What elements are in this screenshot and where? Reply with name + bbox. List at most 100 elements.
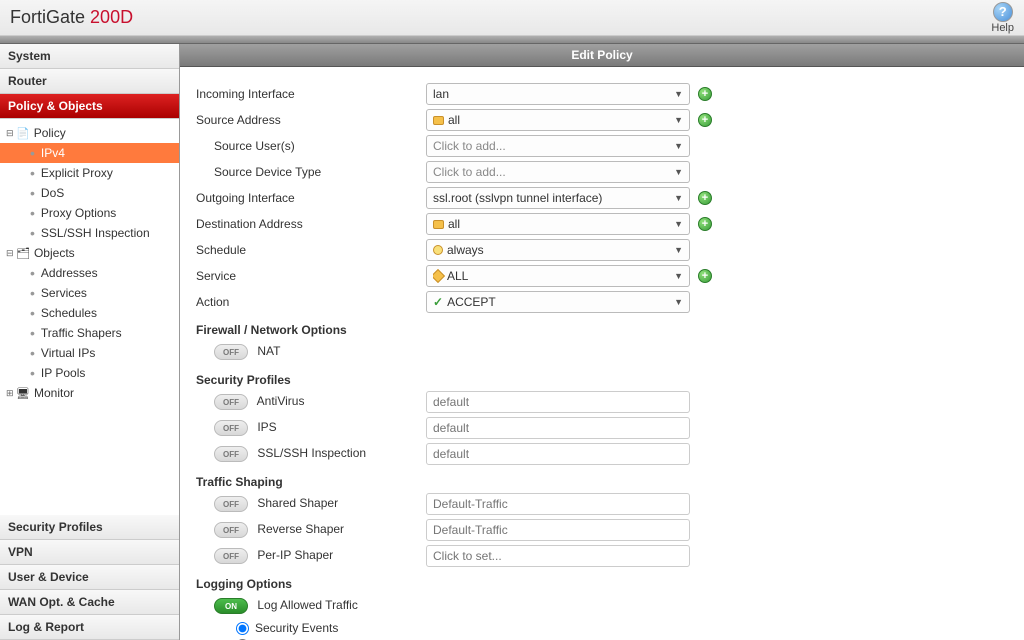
row-nat: OFF NAT bbox=[196, 344, 426, 361]
radio-security-events[interactable]: Security Events bbox=[196, 621, 1008, 635]
sslssh-toggle[interactable]: OFF bbox=[214, 446, 248, 462]
perip-shaper-toggle[interactable]: OFF bbox=[214, 548, 248, 564]
sidebar-item-router[interactable]: Router bbox=[0, 69, 179, 94]
monitor-icon: 🖥 bbox=[16, 387, 30, 400]
label-outgoing-interface: Outgoing Interface bbox=[196, 191, 426, 205]
label-schedule: Schedule bbox=[196, 243, 426, 257]
chevron-down-icon: ▼ bbox=[674, 167, 683, 177]
sslssh-input[interactable] bbox=[426, 443, 690, 465]
tree-node-policy[interactable]: ⊟ 📄 Policy bbox=[0, 123, 179, 143]
heading-firewall: Firewall / Network Options bbox=[196, 323, 1008, 337]
label-source-address: Source Address bbox=[196, 113, 426, 127]
sidebar-item-security-profiles[interactable]: Security Profiles bbox=[0, 515, 179, 540]
perip-shaper-input[interactable] bbox=[426, 545, 690, 567]
incoming-interface-select[interactable]: lan ▼ bbox=[426, 83, 690, 105]
check-icon: ✓ bbox=[433, 295, 443, 309]
sidebar-item-wan-opt[interactable]: WAN Opt. & Cache bbox=[0, 590, 179, 615]
chevron-down-icon: ▼ bbox=[674, 193, 683, 203]
antivirus-input[interactable] bbox=[426, 391, 690, 413]
label-action: Action bbox=[196, 295, 426, 309]
objects-icon: 🗂 bbox=[16, 247, 30, 260]
label-incoming-interface: Incoming Interface bbox=[196, 87, 426, 101]
policy-form: Incoming Interface lan ▼ + Source Addres… bbox=[180, 67, 1024, 640]
chevron-down-icon: ▼ bbox=[674, 297, 683, 307]
tree-node-traffic-shapers[interactable]: •Traffic Shapers bbox=[0, 323, 179, 343]
source-address-select[interactable]: all ▼ bbox=[426, 109, 690, 131]
heading-traffic-shaping: Traffic Shaping bbox=[196, 475, 1008, 489]
source-users-select[interactable]: Click to add... ▼ bbox=[426, 135, 690, 157]
source-device-type-select[interactable]: Click to add... ▼ bbox=[426, 161, 690, 183]
chevron-down-icon: ▼ bbox=[674, 141, 683, 151]
add-incoming-interface-button[interactable]: + bbox=[698, 87, 712, 101]
sidebar-item-user-device[interactable]: User & Device bbox=[0, 565, 179, 590]
ips-input[interactable] bbox=[426, 417, 690, 439]
help-icon: ? bbox=[993, 2, 1013, 22]
tree-node-addresses[interactable]: •Addresses bbox=[0, 263, 179, 283]
ips-toggle[interactable]: OFF bbox=[214, 420, 248, 436]
add-outgoing-interface-button[interactable]: + bbox=[698, 191, 712, 205]
action-select[interactable]: ✓ACCEPT ▼ bbox=[426, 291, 690, 313]
outgoing-interface-select[interactable]: ssl.root (sslvpn tunnel interface) ▼ bbox=[426, 187, 690, 209]
clock-icon bbox=[433, 245, 443, 255]
tree-node-objects[interactable]: ⊟ 🗂 Objects bbox=[0, 243, 179, 263]
tree-node-ipv4[interactable]: •IPv4 bbox=[0, 143, 179, 163]
row-perip-shaper: OFF Per-IP Shaper bbox=[196, 548, 426, 565]
expand-icon[interactable]: ⊞ bbox=[6, 388, 16, 399]
label-source-users: Source User(s) bbox=[196, 139, 426, 153]
antivirus-toggle[interactable]: OFF bbox=[214, 394, 248, 410]
toolbar-strip bbox=[0, 36, 1024, 44]
chevron-down-icon: ▼ bbox=[674, 89, 683, 99]
add-service-button[interactable]: + bbox=[698, 269, 712, 283]
heading-logging: Logging Options bbox=[196, 577, 1008, 591]
log-allowed-toggle[interactable]: ON bbox=[214, 598, 248, 614]
label-source-device-type: Source Device Type bbox=[196, 165, 426, 179]
security-events-radio[interactable] bbox=[236, 622, 249, 635]
label-service: Service bbox=[196, 269, 426, 283]
add-source-address-button[interactable]: + bbox=[698, 113, 712, 127]
tree-node-services[interactable]: •Services bbox=[0, 283, 179, 303]
page-title: Edit Policy bbox=[180, 44, 1024, 67]
row-ips: OFF IPS bbox=[196, 420, 426, 437]
reverse-shaper-input[interactable] bbox=[426, 519, 690, 541]
sidebar-item-system[interactable]: System bbox=[0, 44, 179, 69]
collapse-icon[interactable]: ⊟ bbox=[6, 128, 16, 139]
sidebar-item-vpn[interactable]: VPN bbox=[0, 540, 179, 565]
sidebar: System Router Policy & Objects ⊟ 📄 Polic… bbox=[0, 44, 180, 640]
tree-node-virtual-ips[interactable]: •Virtual IPs bbox=[0, 343, 179, 363]
tree-node-dos[interactable]: •DoS bbox=[0, 183, 179, 203]
tree-node-proxy-options[interactable]: •Proxy Options bbox=[0, 203, 179, 223]
main-panel: Edit Policy Incoming Interface lan ▼ + S… bbox=[180, 44, 1024, 640]
label-destination-address: Destination Address bbox=[196, 217, 426, 231]
folder-icon: 📄 bbox=[16, 127, 30, 140]
sidebar-item-policy-objects[interactable]: Policy & Objects bbox=[0, 94, 179, 119]
chevron-down-icon: ▼ bbox=[674, 115, 683, 125]
sidebar-item-log-report[interactable]: Log & Report bbox=[0, 615, 179, 640]
schedule-select[interactable]: always ▼ bbox=[426, 239, 690, 261]
row-log-allowed: ON Log Allowed Traffic bbox=[196, 598, 426, 615]
sidebar-tree: ⊟ 📄 Policy •IPv4 •Explicit Proxy •DoS •P… bbox=[0, 119, 179, 515]
service-icon bbox=[433, 269, 445, 283]
tree-node-ip-pools[interactable]: •IP Pools bbox=[0, 363, 179, 383]
destination-address-select[interactable]: all ▼ bbox=[426, 213, 690, 235]
folder-icon bbox=[433, 116, 444, 125]
row-shared-shaper: OFF Shared Shaper bbox=[196, 496, 426, 513]
app-header: FortiGate 200D ? Help bbox=[0, 0, 1024, 36]
service-select[interactable]: ALL ▼ bbox=[426, 265, 690, 287]
chevron-down-icon: ▼ bbox=[674, 219, 683, 229]
row-sslssh: OFF SSL/SSH Inspection bbox=[196, 446, 426, 463]
help-button[interactable]: ? Help bbox=[991, 2, 1014, 34]
collapse-icon[interactable]: ⊟ bbox=[6, 248, 16, 259]
tree-node-monitor[interactable]: ⊞ 🖥 Monitor bbox=[0, 383, 179, 403]
chevron-down-icon: ▼ bbox=[674, 245, 683, 255]
heading-security-profiles: Security Profiles bbox=[196, 373, 1008, 387]
shared-shaper-toggle[interactable]: OFF bbox=[214, 496, 248, 512]
tree-node-explicit-proxy[interactable]: •Explicit Proxy bbox=[0, 163, 179, 183]
nat-toggle[interactable]: OFF bbox=[214, 344, 248, 360]
tree-node-sslssh-inspection[interactable]: •SSL/SSH Inspection bbox=[0, 223, 179, 243]
tree-node-schedules[interactable]: •Schedules bbox=[0, 303, 179, 323]
shared-shaper-input[interactable] bbox=[426, 493, 690, 515]
app-title: FortiGate 200D bbox=[10, 7, 133, 28]
chevron-down-icon: ▼ bbox=[674, 271, 683, 281]
add-destination-address-button[interactable]: + bbox=[698, 217, 712, 231]
reverse-shaper-toggle[interactable]: OFF bbox=[214, 522, 248, 538]
